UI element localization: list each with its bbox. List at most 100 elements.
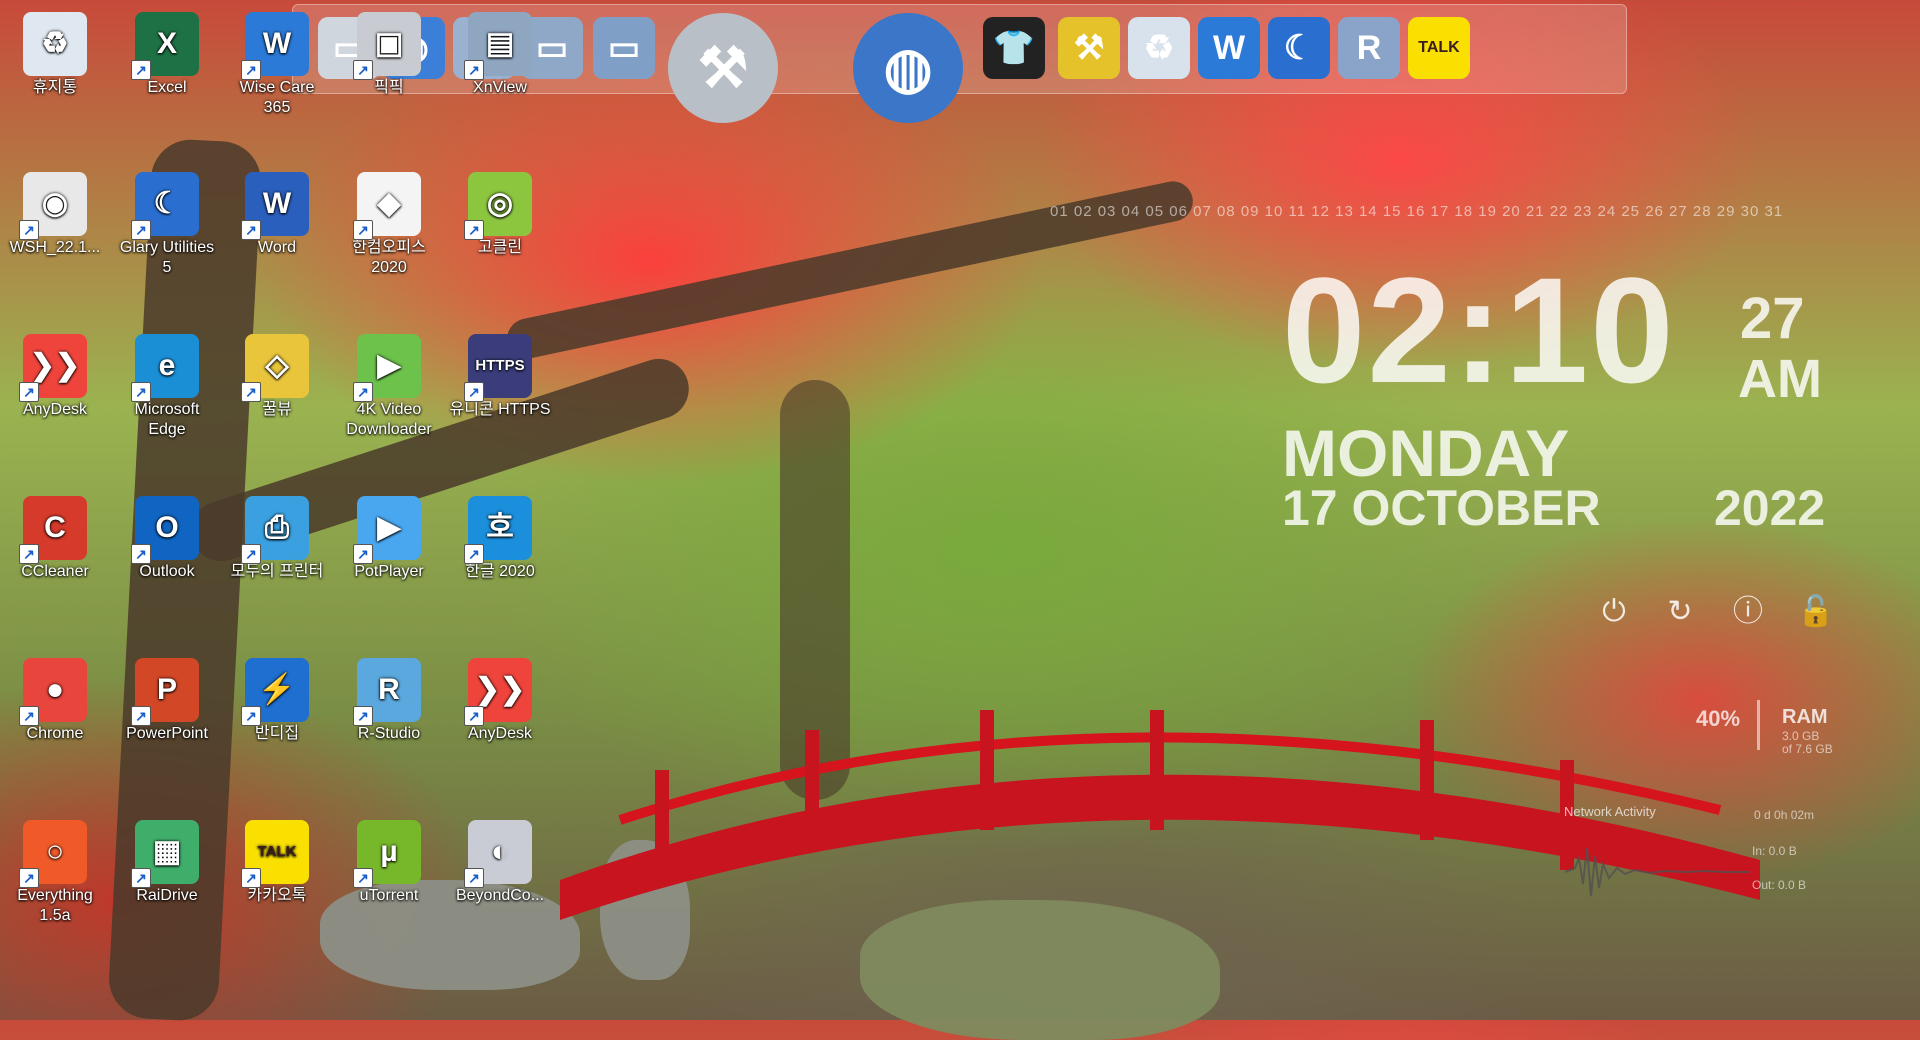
bandizip-icon: ⚡ ↗ <box>241 658 309 726</box>
desktop-icon[interactable]: ◎ ↗ 고클린 <box>448 172 552 258</box>
shortcut-arrow-icon: ↗ <box>131 706 151 726</box>
tools-icon[interactable]: ⚒ <box>668 13 778 123</box>
desktop-icon-label: 모두의 프린터 <box>230 563 324 580</box>
shortcut-arrow-icon: ↗ <box>19 868 39 888</box>
wise-care-icon: W ↗ <box>241 12 309 80</box>
power-icon[interactable]: ⏻ <box>1594 592 1634 632</box>
desktop-icon[interactable]: ▶ ↗ 4K Video Downloader <box>337 334 441 440</box>
desktop-icon[interactable]: ▣ ↗ 픽픽 <box>337 12 441 98</box>
desktop-icon[interactable]: W ↗ Word <box>225 172 329 258</box>
unicorn-https-icon: HTTPS ↗ <box>464 334 532 402</box>
clock-weekday: MONDAY <box>1282 416 1570 490</box>
desktop-icon[interactable]: ▦ ↗ RaiDrive <box>115 820 219 906</box>
file-icon: ◉ ↗ <box>19 172 87 240</box>
ccleaner-icon: C ↗ <box>19 496 87 564</box>
restart-icon[interactable]: ↻ <box>1660 592 1700 632</box>
word-icon: W ↗ <box>241 172 309 240</box>
desktop-icon[interactable]: HTTPS ↗ 유니콘 HTTPS <box>448 334 552 420</box>
desktop-icon[interactable]: C ↗ CCleaner <box>3 496 107 582</box>
desktop-icon[interactable]: TALK ↗ 카카오톡 <box>225 820 329 906</box>
recycle-bin-icon[interactable]: ♻ <box>1128 17 1190 79</box>
network-title: Network Activity <box>1564 804 1656 819</box>
desktop-icon[interactable]: ❯❯ ↗ AnyDesk <box>3 334 107 420</box>
r-studio-icon[interactable]: R <box>1338 17 1400 79</box>
desktop-icon[interactable]: ◐ ↗ BeyondCo... <box>448 820 552 906</box>
desktop-icon[interactable]: ❯❯ ↗ AnyDesk <box>448 658 552 744</box>
shortcut-arrow-icon: ↗ <box>353 382 373 402</box>
shortcut-arrow-icon: ↗ <box>353 868 373 888</box>
shortcut-arrow-icon: ↗ <box>19 220 39 240</box>
raidrive-icon: ▦ ↗ <box>131 820 199 888</box>
info-icon[interactable]: ⓘ <box>1728 592 1768 632</box>
desktop-icon-label: PowerPoint <box>126 725 208 742</box>
kakaotalk-icon: TALK ↗ <box>241 820 309 888</box>
wise-care-icon[interactable]: W <box>1198 17 1260 79</box>
desktop-icon[interactable]: ☾ ↗ Glary Utilities 5 <box>115 172 219 278</box>
desktop-icon[interactable]: R ↗ R-Studio <box>337 658 441 744</box>
desktop-icon[interactable]: ⚡ ↗ 반디집 <box>225 658 329 744</box>
desktop-icon-label: Excel <box>147 79 187 96</box>
shortcut-arrow-icon: ↗ <box>241 382 261 402</box>
shortcut-arrow-icon: ↗ <box>131 60 151 80</box>
desktop-icon-label: 유니콘 HTTPS <box>449 401 551 418</box>
shortcut-arrow-icon: ↗ <box>19 382 39 402</box>
desktop-icon[interactable]: X ↗ Excel <box>115 12 219 98</box>
desktop-icon[interactable]: 호 ↗ 한글 2020 <box>448 496 552 582</box>
network-out: Out: 0.0 B <box>1752 878 1807 892</box>
tshirt-icon[interactable]: 👕 <box>983 17 1045 79</box>
shortcut-arrow-icon: ↗ <box>131 220 151 240</box>
desktop-icon[interactable]: W ↗ Wise Care 365 <box>225 12 329 118</box>
desktop-icon[interactable]: ▶ ↗ PotPlayer <box>337 496 441 582</box>
shortcut-arrow-icon: ↗ <box>19 706 39 726</box>
goclean-icon: ◎ ↗ <box>464 172 532 240</box>
clock-year: 2022 <box>1714 480 1826 536</box>
shortcut-arrow-icon: ↗ <box>131 544 151 564</box>
clock-ampm: AM <box>1738 349 1822 409</box>
desktop-icon[interactable]: ▤ ↗ XnView <box>448 12 552 98</box>
shortcut-arrow-icon: ↗ <box>464 868 484 888</box>
desktop-icon-label: PotPlayer <box>354 563 424 580</box>
desktop-icon[interactable]: µ ↗ uTorrent <box>337 820 441 906</box>
honeyview-icon: ◇ ↗ <box>241 334 309 402</box>
desktop-icon[interactable]: ⎙ ↗ 모두의 프린터 <box>225 496 329 582</box>
lock-icon[interactable]: 🔓 <box>1796 592 1836 632</box>
desktop-icon-label: 한글 2020 <box>465 563 535 580</box>
desktop-icon[interactable]: ● ↗ Chrome <box>3 658 107 744</box>
potplayer-icon: ▶ ↗ <box>353 496 421 564</box>
desktop-icon-label: 고클린 <box>477 239 523 256</box>
desktop-icon[interactable]: e ↗ Microsoft Edge <box>115 334 219 440</box>
desktop-icon-label: XnView <box>473 79 527 96</box>
clock-date: 17 OCTOBER <box>1282 480 1601 536</box>
ram-title: RAM <box>1782 706 1828 728</box>
glary-icon[interactable]: ☾ <box>1268 17 1330 79</box>
desktop-icon-label: Outlook <box>139 563 195 580</box>
printer-icon: ⎙ ↗ <box>241 496 309 564</box>
tools-icon[interactable]: ⚒ <box>1058 17 1120 79</box>
hangul-icon: 호 ↗ <box>464 496 532 564</box>
desktop-icon[interactable]: P ↗ PowerPoint <box>115 658 219 744</box>
shortcut-arrow-icon: ↗ <box>241 544 261 564</box>
network-graph <box>1565 847 1750 897</box>
anydesk-icon: ❯❯ ↗ <box>19 334 87 402</box>
excel-icon: X ↗ <box>131 12 199 80</box>
desktop-icon-label: AnyDesk <box>467 725 533 742</box>
desktop-icon-label: Microsoft Edge <box>134 401 200 438</box>
kakaotalk-icon[interactable]: TALK <box>1408 17 1470 79</box>
desktop-icon-label: 휴지통 <box>32 79 78 96</box>
ram-usage: 3.0 GB of 7.6 GB <box>1782 730 1833 756</box>
desktop-icon[interactable]: ○ ↗ Everything 1.5a <box>3 820 107 926</box>
shortcut-arrow-icon: ↗ <box>464 706 484 726</box>
desktop-icon-label: CCleaner <box>21 563 89 580</box>
xnview-icon: ▤ ↗ <box>464 12 532 80</box>
desktop-icon[interactable]: ◆ ↗ 한컴오피스 2020 <box>337 172 441 278</box>
utorrent-icon: µ ↗ <box>353 820 421 888</box>
desktop-icon[interactable]: O ↗ Outlook <box>115 496 219 582</box>
desktop-icon-label: WSH_22.1... <box>9 239 101 256</box>
beyond-compare-icon: ◐ ↗ <box>464 820 532 888</box>
folder-icon[interactable]: ▭ <box>593 17 655 79</box>
desktop-icon[interactable]: ◇ ↗ 꿀뷰 <box>225 334 329 420</box>
desktop-icon[interactable]: ◉ ↗ WSH_22.1... <box>3 172 107 258</box>
shortcut-arrow-icon: ↗ <box>241 60 261 80</box>
network-globe-icon[interactable]: ◍ <box>853 13 963 123</box>
desktop-icon[interactable]: ♻ 휴지통 <box>3 12 107 98</box>
